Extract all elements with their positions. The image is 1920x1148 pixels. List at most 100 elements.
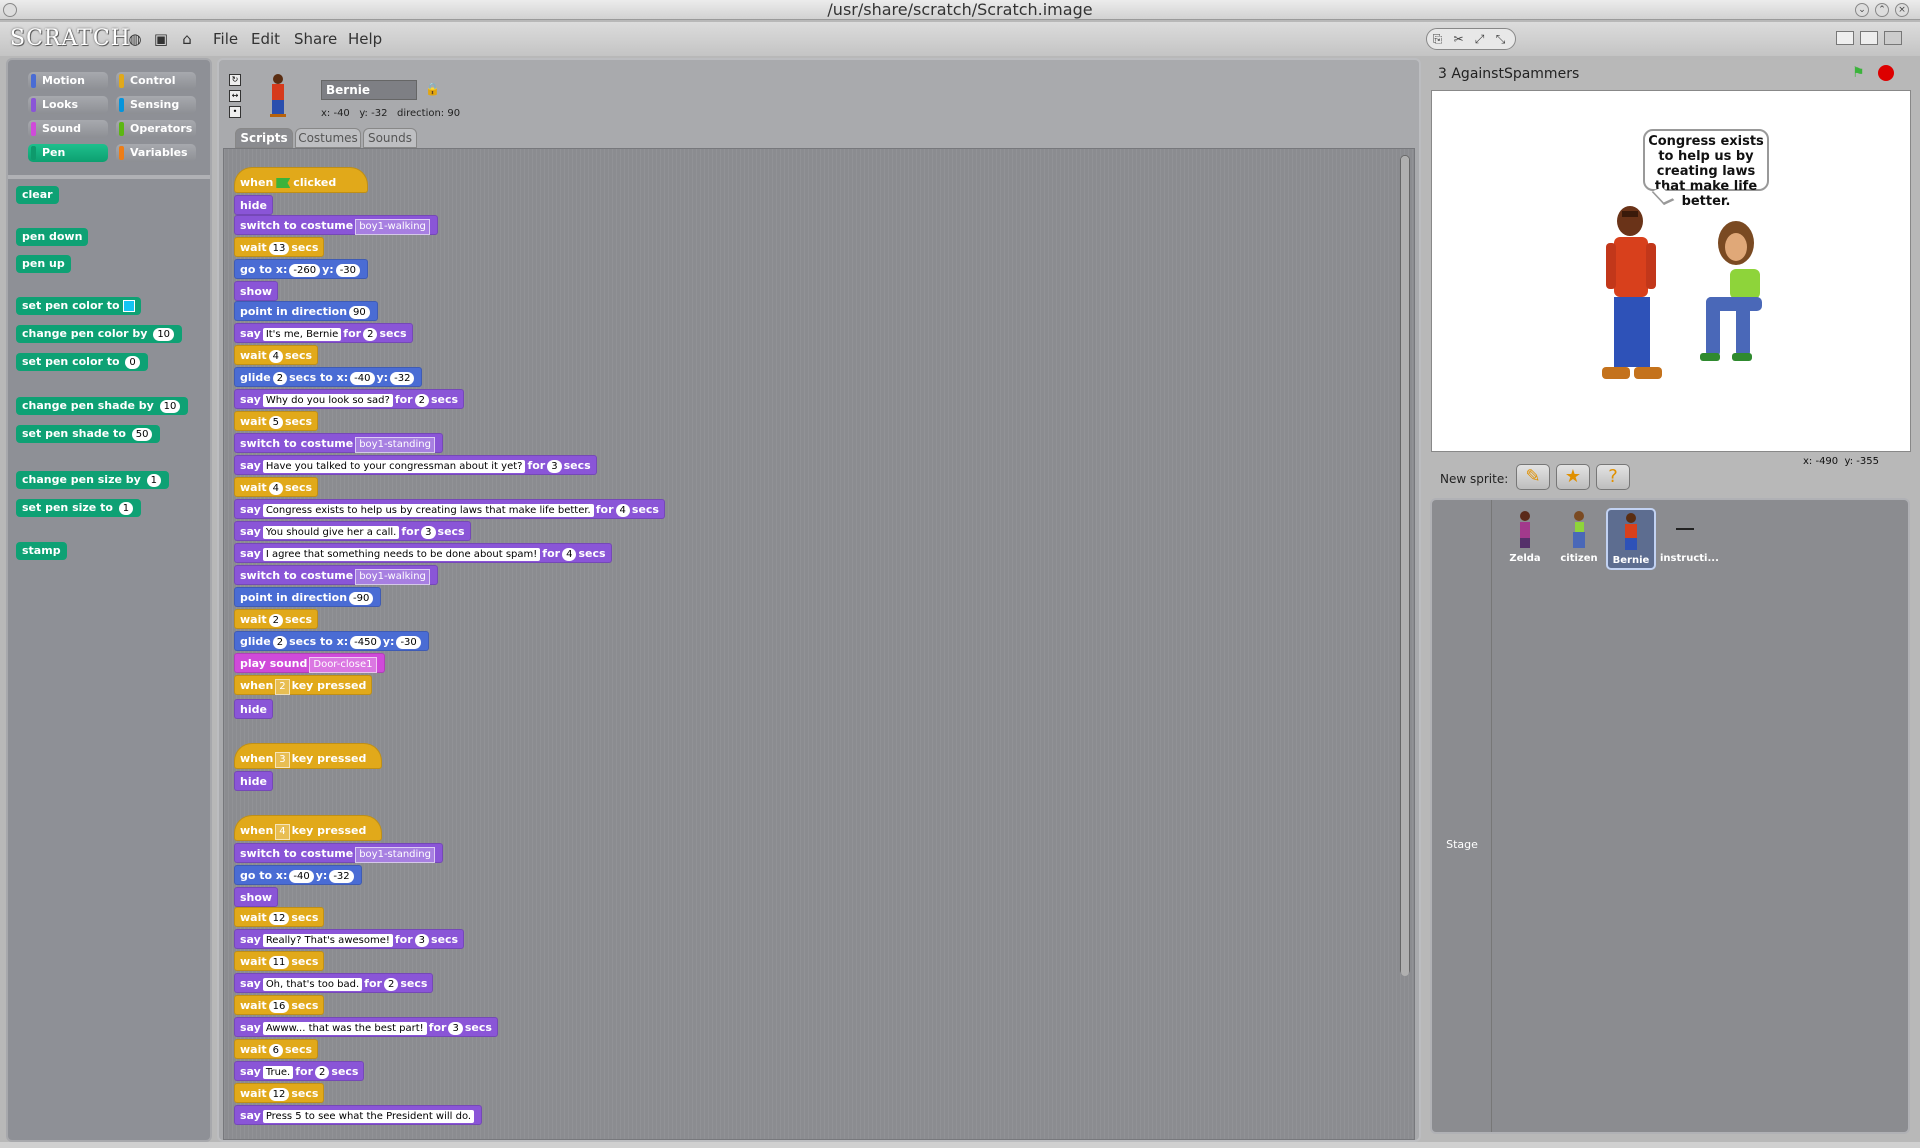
grow-tool-icon[interactable]: ⤢ xyxy=(1469,29,1490,49)
block-say-for[interactable]: say Really? That's awesome! for 3 secs xyxy=(234,929,465,949)
duplicate-tool-icon[interactable]: ⎘ xyxy=(1427,29,1448,49)
direction-input[interactable]: 90 xyxy=(349,306,370,319)
block-wait[interactable]: wait 2 secs xyxy=(234,609,319,629)
number-input[interactable]: 12 xyxy=(268,912,290,925)
small-stage-view-icon[interactable] xyxy=(1836,31,1854,45)
block-wait[interactable]: wait 16 secs xyxy=(234,995,325,1015)
say-text-input[interactable]: You should give her a call. xyxy=(262,526,400,539)
say-text-input[interactable]: Why do you look so sad? xyxy=(262,394,393,407)
number-input[interactable]: 3 xyxy=(547,460,562,473)
number-input[interactable]: 3 xyxy=(414,934,430,947)
close-icon[interactable]: × xyxy=(1895,3,1909,17)
block-wait[interactable]: wait 6 secs xyxy=(234,1039,319,1059)
block-wait[interactable]: wait 4 secs xyxy=(234,477,319,497)
block-stamp[interactable]: stamp xyxy=(16,542,67,560)
block-switch-costume[interactable]: switch to costume boy1-walking xyxy=(234,565,438,585)
number-input[interactable]: 6 xyxy=(268,1044,283,1057)
no-rotate-icon[interactable]: • xyxy=(229,106,241,118)
block-glide[interactable]: glide 2 secs to x: -450 y: -30 xyxy=(234,631,429,651)
window-menu-icon[interactable] xyxy=(3,3,17,17)
block-say-for[interactable]: say It's me, Bernie for 2 secs xyxy=(234,323,413,343)
category-sensing[interactable]: Sensing xyxy=(116,96,196,114)
shrink-tool-icon[interactable]: ⤡ xyxy=(1490,29,1511,49)
say-text-input[interactable]: Have you talked to your congressman abou… xyxy=(262,460,526,473)
block-pen-down[interactable]: pen down xyxy=(16,228,89,246)
sprite-tile-zelda[interactable]: Zelda xyxy=(1500,508,1550,570)
costume-dropdown[interactable]: boy1-walking xyxy=(355,569,430,585)
block-wait[interactable]: wait 13 secs xyxy=(234,237,325,257)
share-project-icon[interactable]: ⌂ xyxy=(178,30,196,48)
x-input[interactable]: -450 xyxy=(350,636,381,649)
block-set-pen-size[interactable]: set pen size to 1 xyxy=(16,499,142,517)
block-set-pen-color-swatch[interactable]: set pen color to xyxy=(16,297,142,315)
block-when-key-pressed[interactable]: when 4 key pressed xyxy=(234,815,382,841)
citizen-sprite[interactable] xyxy=(1700,219,1780,369)
category-control[interactable]: Control xyxy=(116,72,196,90)
normal-stage-view-icon[interactable] xyxy=(1860,31,1878,45)
block-wait[interactable]: wait 12 secs xyxy=(234,907,325,927)
number-input[interactable]: 4 xyxy=(562,548,577,561)
category-looks[interactable]: Looks xyxy=(28,96,108,114)
block-set-pen-color-number[interactable]: set pen color to 0 xyxy=(16,353,148,371)
block-say-for[interactable]: say Why do you look so sad? for 2 secs xyxy=(234,389,465,409)
stage[interactable]: Congress exists to help us by creating l… xyxy=(1431,90,1911,452)
block-pen-up[interactable]: pen up xyxy=(16,255,71,273)
costume-dropdown[interactable]: boy1-standing xyxy=(355,437,435,453)
lock-icon[interactable]: 🔒 xyxy=(425,82,440,96)
block-wait[interactable]: wait 11 secs xyxy=(234,951,325,971)
number-input[interactable]: 5 xyxy=(268,416,283,429)
scrollbar-thumb[interactable] xyxy=(1401,156,1409,976)
block-show[interactable]: show xyxy=(234,281,279,301)
y-input[interactable]: -32 xyxy=(390,372,415,385)
block-wait[interactable]: wait 12 secs xyxy=(234,1083,325,1103)
say-text-input[interactable]: Press 5 to see what the President will d… xyxy=(262,1110,475,1123)
x-input[interactable]: -260 xyxy=(289,264,321,277)
color-swatch[interactable] xyxy=(123,300,136,312)
block-switch-costume[interactable]: switch to costume boy1-walking xyxy=(234,215,438,235)
number-input[interactable]: 16 xyxy=(268,1000,290,1013)
number-input[interactable]: 3 xyxy=(421,526,436,539)
block-say-for[interactable]: say Congress exists to help us by creatin… xyxy=(234,499,665,519)
say-text-input[interactable]: Really? That's awesome! xyxy=(262,934,393,947)
sprite-tile-citizen[interactable]: citizen xyxy=(1554,508,1604,570)
number-input[interactable]: 4 xyxy=(615,504,630,517)
block-say-for[interactable]: say Awww... that was the best part! for 3 se… xyxy=(234,1017,498,1037)
block-show[interactable]: show xyxy=(234,887,279,907)
say-text-input[interactable]: It's me, Bernie xyxy=(262,328,342,341)
say-text-input[interactable]: True. xyxy=(262,1066,294,1079)
x-input[interactable]: -40 xyxy=(289,870,314,883)
block-when-flag-clicked[interactable]: when clicked xyxy=(234,167,368,193)
sound-dropdown[interactable]: Door-close1 xyxy=(309,657,377,673)
choose-sprite-file-button[interactable]: ★ xyxy=(1556,464,1590,490)
number-input[interactable]: 10 xyxy=(159,400,181,413)
tab-sounds[interactable]: Sounds xyxy=(363,128,417,148)
number-input[interactable]: 10 xyxy=(153,328,175,341)
menu-share[interactable]: Share xyxy=(294,30,337,48)
costume-dropdown[interactable]: boy1-standing xyxy=(355,847,435,863)
maximize-icon[interactable]: ⌃ xyxy=(1875,3,1889,17)
number-input[interactable]: 2 xyxy=(272,372,288,385)
say-text-input[interactable]: Congress exists to help us by creating l… xyxy=(262,504,594,517)
block-say-for[interactable]: say I agree that something needs to be do… xyxy=(234,543,612,563)
category-variables[interactable]: Variables xyxy=(116,144,196,162)
number-input[interactable]: 4 xyxy=(268,482,283,495)
language-globe-icon[interactable]: ◍ xyxy=(126,30,144,48)
direction-input[interactable]: -90 xyxy=(349,592,374,605)
block-play-sound[interactable]: play sound Door-close1 xyxy=(234,653,385,673)
category-operators[interactable]: Operators xyxy=(116,120,196,138)
x-input[interactable]: -40 xyxy=(350,372,375,385)
number-input[interactable]: 11 xyxy=(268,956,290,969)
block-hide[interactable]: hide xyxy=(234,771,273,791)
presentation-mode-icon[interactable] xyxy=(1884,31,1902,45)
random-sprite-button[interactable]: ? xyxy=(1596,464,1630,490)
key-dropdown[interactable]: 3 xyxy=(275,752,290,768)
say-text-input[interactable]: Oh, that's too bad. xyxy=(262,978,363,991)
category-pen[interactable]: Pen xyxy=(28,144,108,162)
block-glide[interactable]: glide 2 secs to x: -40 y: -32 xyxy=(234,367,423,387)
number-input[interactable]: 3 xyxy=(448,1022,463,1035)
green-flag-button[interactable]: ⚑ xyxy=(1852,66,1870,80)
block-change-pen-color[interactable]: change pen color by 10 xyxy=(16,325,183,343)
flip-style-icon[interactable]: ↔ xyxy=(229,90,241,102)
block-switch-costume[interactable]: switch to costume boy1-standing xyxy=(234,843,443,863)
category-sound[interactable]: Sound xyxy=(28,120,108,138)
